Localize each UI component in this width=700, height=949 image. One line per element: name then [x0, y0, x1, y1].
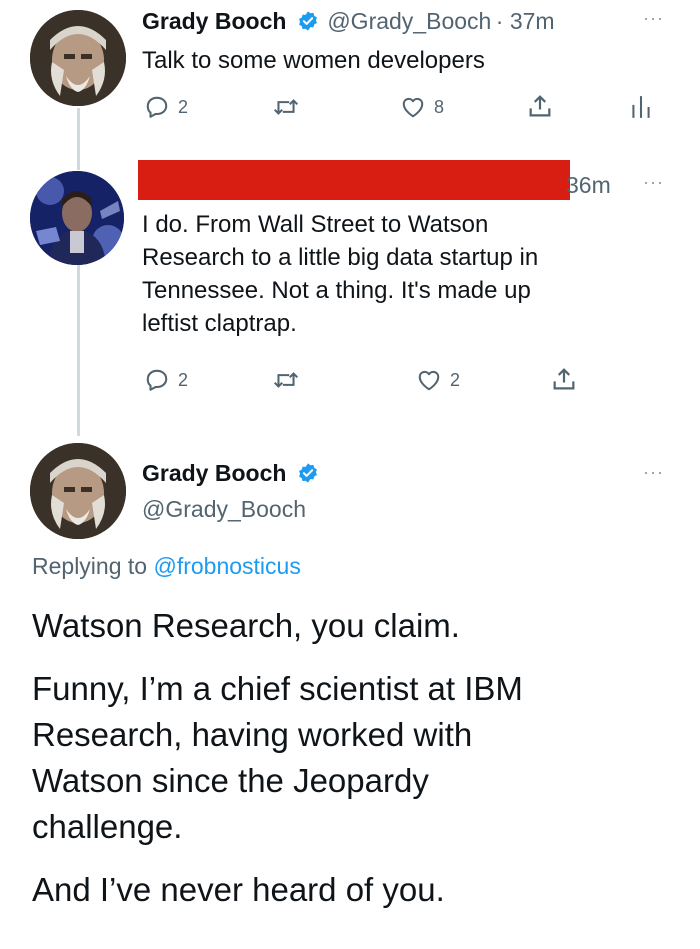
- tweet-2-text: I do. From Wall Street to Watson Researc…: [142, 208, 538, 340]
- text-line: Watson since the Jeopardy: [32, 762, 429, 799]
- text-line: Tennessee. Not a thing. It's made up: [142, 277, 531, 304]
- more-icon[interactable]: ···: [643, 172, 664, 193]
- text-line: And I’ve never heard of you.: [32, 871, 445, 908]
- reply-icon: [146, 96, 168, 118]
- retweet-button[interactable]: [272, 94, 300, 120]
- redacted-author-bar: [138, 160, 570, 200]
- text-line: Research to a little big data startup in: [142, 244, 539, 271]
- author-handle[interactable]: @Grady_Booch: [142, 496, 306, 523]
- author-name[interactable]: Grady Booch: [142, 460, 286, 486]
- analytics-icon: [632, 96, 650, 118]
- like-icon: [418, 370, 440, 391]
- share-button[interactable]: [526, 92, 554, 120]
- share-icon: [553, 368, 575, 390]
- tweet-1-header: Grady Booch @Grady_Booch · 37m: [142, 8, 555, 37]
- author-name[interactable]: Grady Booch: [142, 8, 286, 34]
- author-handle[interactable]: @Grady_Booch: [327, 8, 491, 34]
- thread-line-2: [77, 246, 80, 436]
- avatar-redacted-user[interactable]: [30, 171, 124, 265]
- reply-count: 2: [178, 96, 189, 117]
- more-icon[interactable]: ···: [643, 462, 664, 483]
- avatar-image: [30, 171, 124, 265]
- reply-count: 2: [178, 369, 189, 390]
- reply-icon: [146, 369, 168, 391]
- replying-to-link[interactable]: @frobnosticus: [153, 553, 300, 579]
- reply-button[interactable]: 2: [144, 367, 188, 393]
- retweet-button[interactable]: [272, 367, 300, 393]
- replying-to-label: Replying to: [32, 553, 148, 579]
- paragraph: Funny, I’m a chief scientist at IBM Rese…: [32, 666, 523, 850]
- avatar-image: [30, 443, 126, 539]
- like-button[interactable]: 8: [400, 94, 444, 120]
- avatar-grady-booch[interactable]: [30, 10, 126, 106]
- thread-line-1: [77, 108, 80, 170]
- tweet-3-header: Grady Booch: [142, 460, 319, 489]
- share-icon: [529, 95, 551, 117]
- like-count: 8: [434, 96, 445, 117]
- paragraph: And I’ve never heard of you.: [32, 867, 523, 913]
- text-line: Research, having worked with: [32, 716, 473, 753]
- verified-badge-icon: [297, 462, 319, 489]
- avatar-grady-booch[interactable]: [30, 443, 126, 539]
- avatar-image: [30, 10, 126, 106]
- text-line: challenge.: [32, 808, 183, 845]
- text-line: leftist claptrap.: [142, 310, 297, 337]
- tweet-1-text: Talk to some women developers: [142, 47, 485, 74]
- like-count: 2: [450, 369, 461, 390]
- text-line: I do. From Wall Street to Watson: [142, 211, 489, 238]
- tweet-time[interactable]: 36m: [566, 172, 611, 199]
- replying-to-line: Replying to @frobnosticus: [32, 553, 301, 580]
- paragraph: Watson Research, you claim.: [32, 603, 523, 649]
- tweet-time[interactable]: · 37m: [496, 8, 555, 34]
- share-button[interactable]: [550, 365, 578, 393]
- more-icon[interactable]: ···: [643, 8, 664, 29]
- like-button[interactable]: 2: [416, 367, 460, 393]
- retweet-icon: [273, 99, 299, 115]
- verified-badge-icon: [297, 10, 319, 37]
- tweet-3-text: Watson Research, you claim. Funny, I’m a…: [32, 603, 523, 913]
- text-line: Funny, I’m a chief scientist at IBM: [32, 670, 523, 707]
- text-line: Watson Research, you claim.: [32, 607, 460, 644]
- retweet-icon: [273, 372, 299, 388]
- reply-button[interactable]: 2: [144, 94, 188, 120]
- like-icon: [402, 97, 424, 118]
- analytics-button[interactable]: [630, 94, 652, 120]
